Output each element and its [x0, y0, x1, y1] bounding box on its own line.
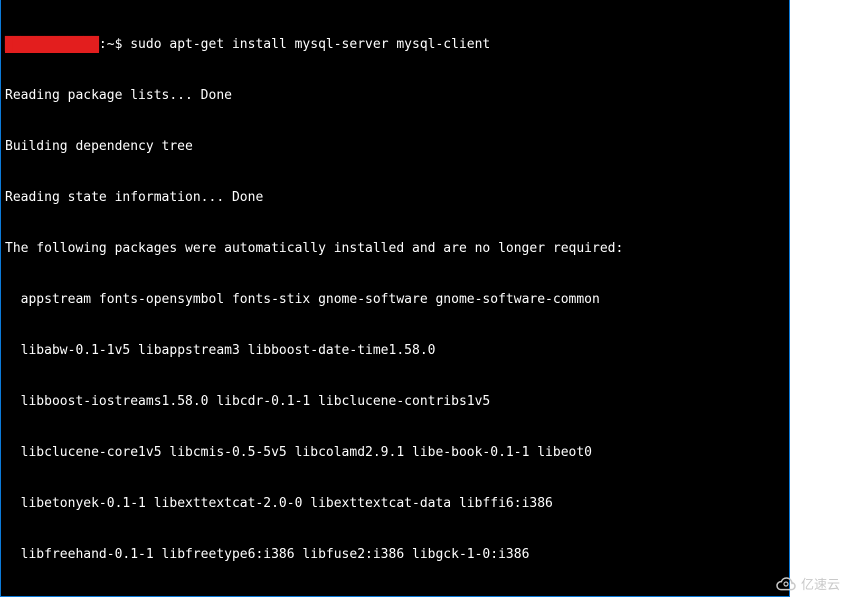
redacted-host: ████████████	[5, 36, 99, 53]
command-line: ████████████:~$ sudo apt-get install mys…	[5, 36, 785, 53]
watermark-text: 亿速云	[801, 574, 840, 593]
terminal-window[interactable]: ████████████:~$ sudo apt-get install mys…	[0, 0, 790, 597]
output-line: Building dependency tree	[5, 138, 785, 155]
output-line: libboost-iostreams1.58.0 libcdr-0.1-1 li…	[5, 393, 785, 410]
output-line: The following packages were automaticall…	[5, 240, 785, 257]
output-line: libfreehand-0.1-1 libfreetype6:i386 libf…	[5, 546, 785, 563]
output-line: libabw-0.1-1v5 libappstream3 libboost-da…	[5, 342, 785, 359]
output-line: libetonyek-0.1-1 libexttextcat-2.0-0 lib…	[5, 495, 785, 512]
prompt-tail: :~$	[99, 37, 130, 52]
command-text: sudo apt-get install mysql-server mysql-…	[130, 37, 490, 52]
output-line: Reading package lists... Done	[5, 87, 785, 104]
output-line: libclucene-core1v5 libcmis-0.5-5v5 libco…	[5, 444, 785, 461]
output-line: appstream fonts-opensymbol fonts-stix gn…	[5, 291, 785, 308]
output-line: Reading state information... Done	[5, 189, 785, 206]
